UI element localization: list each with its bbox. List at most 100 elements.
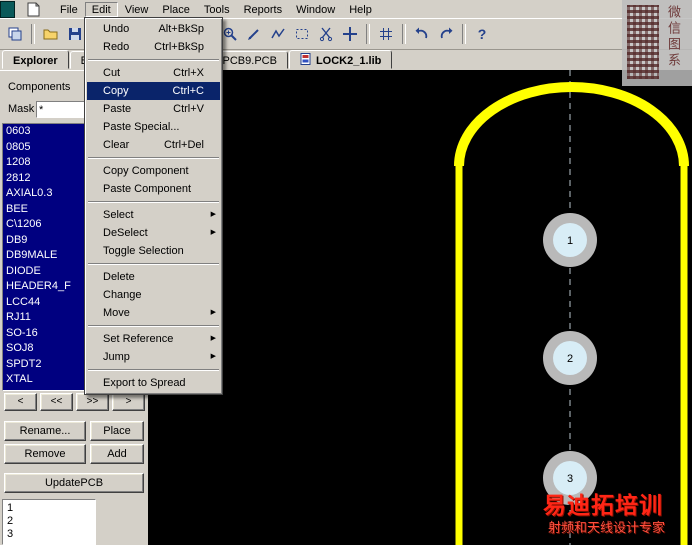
move-cross-icon[interactable] (338, 22, 362, 45)
menubar-item-place[interactable]: Place (155, 2, 197, 17)
edit-menu-item-cut[interactable]: CutCtrl+X (87, 64, 220, 82)
edit-menu-item-paste[interactable]: PasteCtrl+V (87, 100, 220, 118)
menubar-item-file[interactable]: File (53, 2, 85, 17)
component-item-bee[interactable]: BEE (3, 202, 97, 218)
place-button[interactable]: Place (90, 421, 144, 441)
edit-dropdown-menu: UndoAlt+BkSpRedoCtrl+BkSp CutCtrl+XCopy Ct… (84, 17, 223, 395)
nav-next-button[interactable]: >> (76, 393, 109, 411)
polyline-icon[interactable] (266, 22, 290, 45)
menu-item-label: Export to Spread (103, 374, 186, 392)
menu-separator (88, 325, 219, 327)
pencil-icon[interactable] (242, 22, 266, 45)
submenu-arrow-icon: ▶ (211, 330, 216, 348)
menu-item-shortcut: Ctrl+Del (164, 136, 204, 154)
rename-button[interactable]: Rename... (4, 421, 86, 441)
pad-list-item-2[interactable]: 2 (7, 515, 95, 528)
explorer-toggle-icon[interactable] (3, 22, 27, 45)
component-item-so-16[interactable]: SO-16 (3, 326, 97, 342)
pad-1[interactable]: 1 (543, 213, 597, 267)
menu-item-label: Move (103, 304, 130, 322)
menubar-item-help[interactable]: Help (342, 2, 379, 17)
edit-menu-item-redo[interactable]: RedoCtrl+BkSp (87, 38, 220, 56)
component-item-soj8[interactable]: SOJ8 (3, 341, 97, 357)
component-item-db9male[interactable]: DB9MALE (3, 248, 97, 264)
menu-item-label: Paste Special... (103, 118, 179, 136)
footprint-drawing: 123 (148, 70, 692, 545)
add-button[interactable]: Add (90, 444, 144, 464)
edit-menu-item-copy-component[interactable]: Copy Component (87, 162, 220, 180)
menu-item-label: Copy (103, 82, 129, 100)
component-item-2812[interactable]: 2812 (3, 171, 97, 187)
component-item-axial0-3[interactable]: AXIAL0.3 (3, 186, 97, 202)
update-pcb-button[interactable]: UpdatePCB (4, 473, 144, 493)
edit-menu-item-toggle-selection[interactable]: Toggle Selection (87, 242, 220, 260)
footprint-outline-arc (459, 87, 684, 166)
edit-menu-item-set-reference[interactable]: Set Reference▶ (87, 330, 220, 348)
system-menu-icon[interactable] (0, 1, 15, 18)
menu-item-label: Paste (103, 100, 131, 118)
redo-icon[interactable] (434, 22, 458, 45)
menubar-item-tools[interactable]: Tools (197, 2, 237, 17)
pcb-canvas[interactable]: 123 (148, 70, 692, 545)
edit-menu-item-clear[interactable]: ClearCtrl+Del (87, 136, 220, 154)
component-item-db9[interactable]: DB9 (3, 233, 97, 249)
edit-menu-item-undo[interactable]: UndoAlt+BkSp (87, 20, 220, 38)
open-folder-icon[interactable] (39, 22, 63, 45)
pad-number-list[interactable]: 123 (2, 499, 96, 545)
edit-menu-item-export-to-spread[interactable]: Export to Spread (87, 374, 220, 392)
nav-previous-button[interactable]: << (40, 393, 73, 411)
menu-separator (88, 369, 219, 371)
menu-item-shortcut: Ctrl+C (173, 82, 204, 100)
menubar-item-edit[interactable]: Edit (85, 2, 118, 17)
menu-item-label: Paste Component (103, 180, 191, 198)
pad-2[interactable]: 2 (543, 331, 597, 385)
menubar-item-window[interactable]: Window (289, 2, 342, 17)
panel-tab-explorer[interactable]: Explorer (2, 50, 69, 69)
edit-menu-item-copy[interactable]: Copy Ctrl+C (87, 82, 220, 100)
pad-label: 1 (567, 235, 573, 247)
components-section-title: Components (8, 81, 70, 93)
edit-menu-item-jump[interactable]: Jump▶ (87, 348, 220, 366)
menu-item-label: Cut (103, 64, 120, 82)
component-item-lcc44[interactable]: LCC44 (3, 295, 97, 311)
edit-menu-item-change[interactable]: Change (87, 286, 220, 304)
menu-separator (88, 157, 219, 159)
menu-item-label: Undo (103, 20, 129, 38)
edit-menu-item-move[interactable]: Move▶ (87, 304, 220, 322)
document-icon[interactable] (27, 1, 43, 17)
menu-item-label: Redo (103, 38, 129, 56)
component-nav-buttons: <<<>>> (4, 393, 145, 411)
nav-first-button[interactable]: < (4, 393, 37, 411)
undo-icon[interactable] (410, 22, 434, 45)
component-item-xtal[interactable]: XTAL (3, 372, 97, 388)
nav-last-button[interactable]: > (112, 393, 145, 411)
grid-icon[interactable] (374, 22, 398, 45)
menubar-item-view[interactable]: View (118, 2, 156, 17)
cut-icon[interactable] (314, 22, 338, 45)
component-item-rj11[interactable]: RJ11 (3, 310, 97, 326)
component-item-1208[interactable]: 1208 (3, 155, 97, 171)
menubar-item-reports[interactable]: Reports (237, 2, 290, 17)
edit-menu-item-paste-component[interactable]: Paste Component (87, 180, 220, 198)
edit-menu-item-deselect[interactable]: DeSelect▶ (87, 224, 220, 242)
component-item-spdt2[interactable]: SPDT2 (3, 357, 97, 373)
edit-menu-item-delete[interactable]: Delete (87, 268, 220, 286)
component-item-header4-f[interactable]: HEADER4_F (3, 279, 97, 295)
slogan-watermark: 射频和天线设计专家 (548, 517, 665, 536)
remove-button[interactable]: Remove (4, 444, 86, 464)
menu-item-label: DeSelect (103, 224, 148, 242)
help-icon[interactable]: ? (470, 22, 494, 45)
component-item-0805[interactable]: 0805 (3, 140, 97, 156)
pad-list-item-3[interactable]: 3 (7, 528, 95, 541)
component-item-diode[interactable]: DIODE (3, 264, 97, 280)
selection-rect-icon[interactable] (290, 22, 314, 45)
edit-menu-item-paste-special[interactable]: Paste Special... (87, 118, 220, 136)
edit-menu-item-select[interactable]: Select▶ (87, 206, 220, 224)
toolbar-group-edit: ? (218, 22, 494, 45)
component-item-0603[interactable]: 0603 (3, 124, 97, 140)
document-tab-lock2-1-lib[interactable]: LOCK2_1.lib (289, 50, 392, 69)
menu-item-label: Change (103, 286, 142, 304)
help-glyph: ? (478, 26, 487, 42)
component-item-c-1206[interactable]: C\1206 (3, 217, 97, 233)
pad-list-item-1[interactable]: 1 (7, 502, 95, 515)
